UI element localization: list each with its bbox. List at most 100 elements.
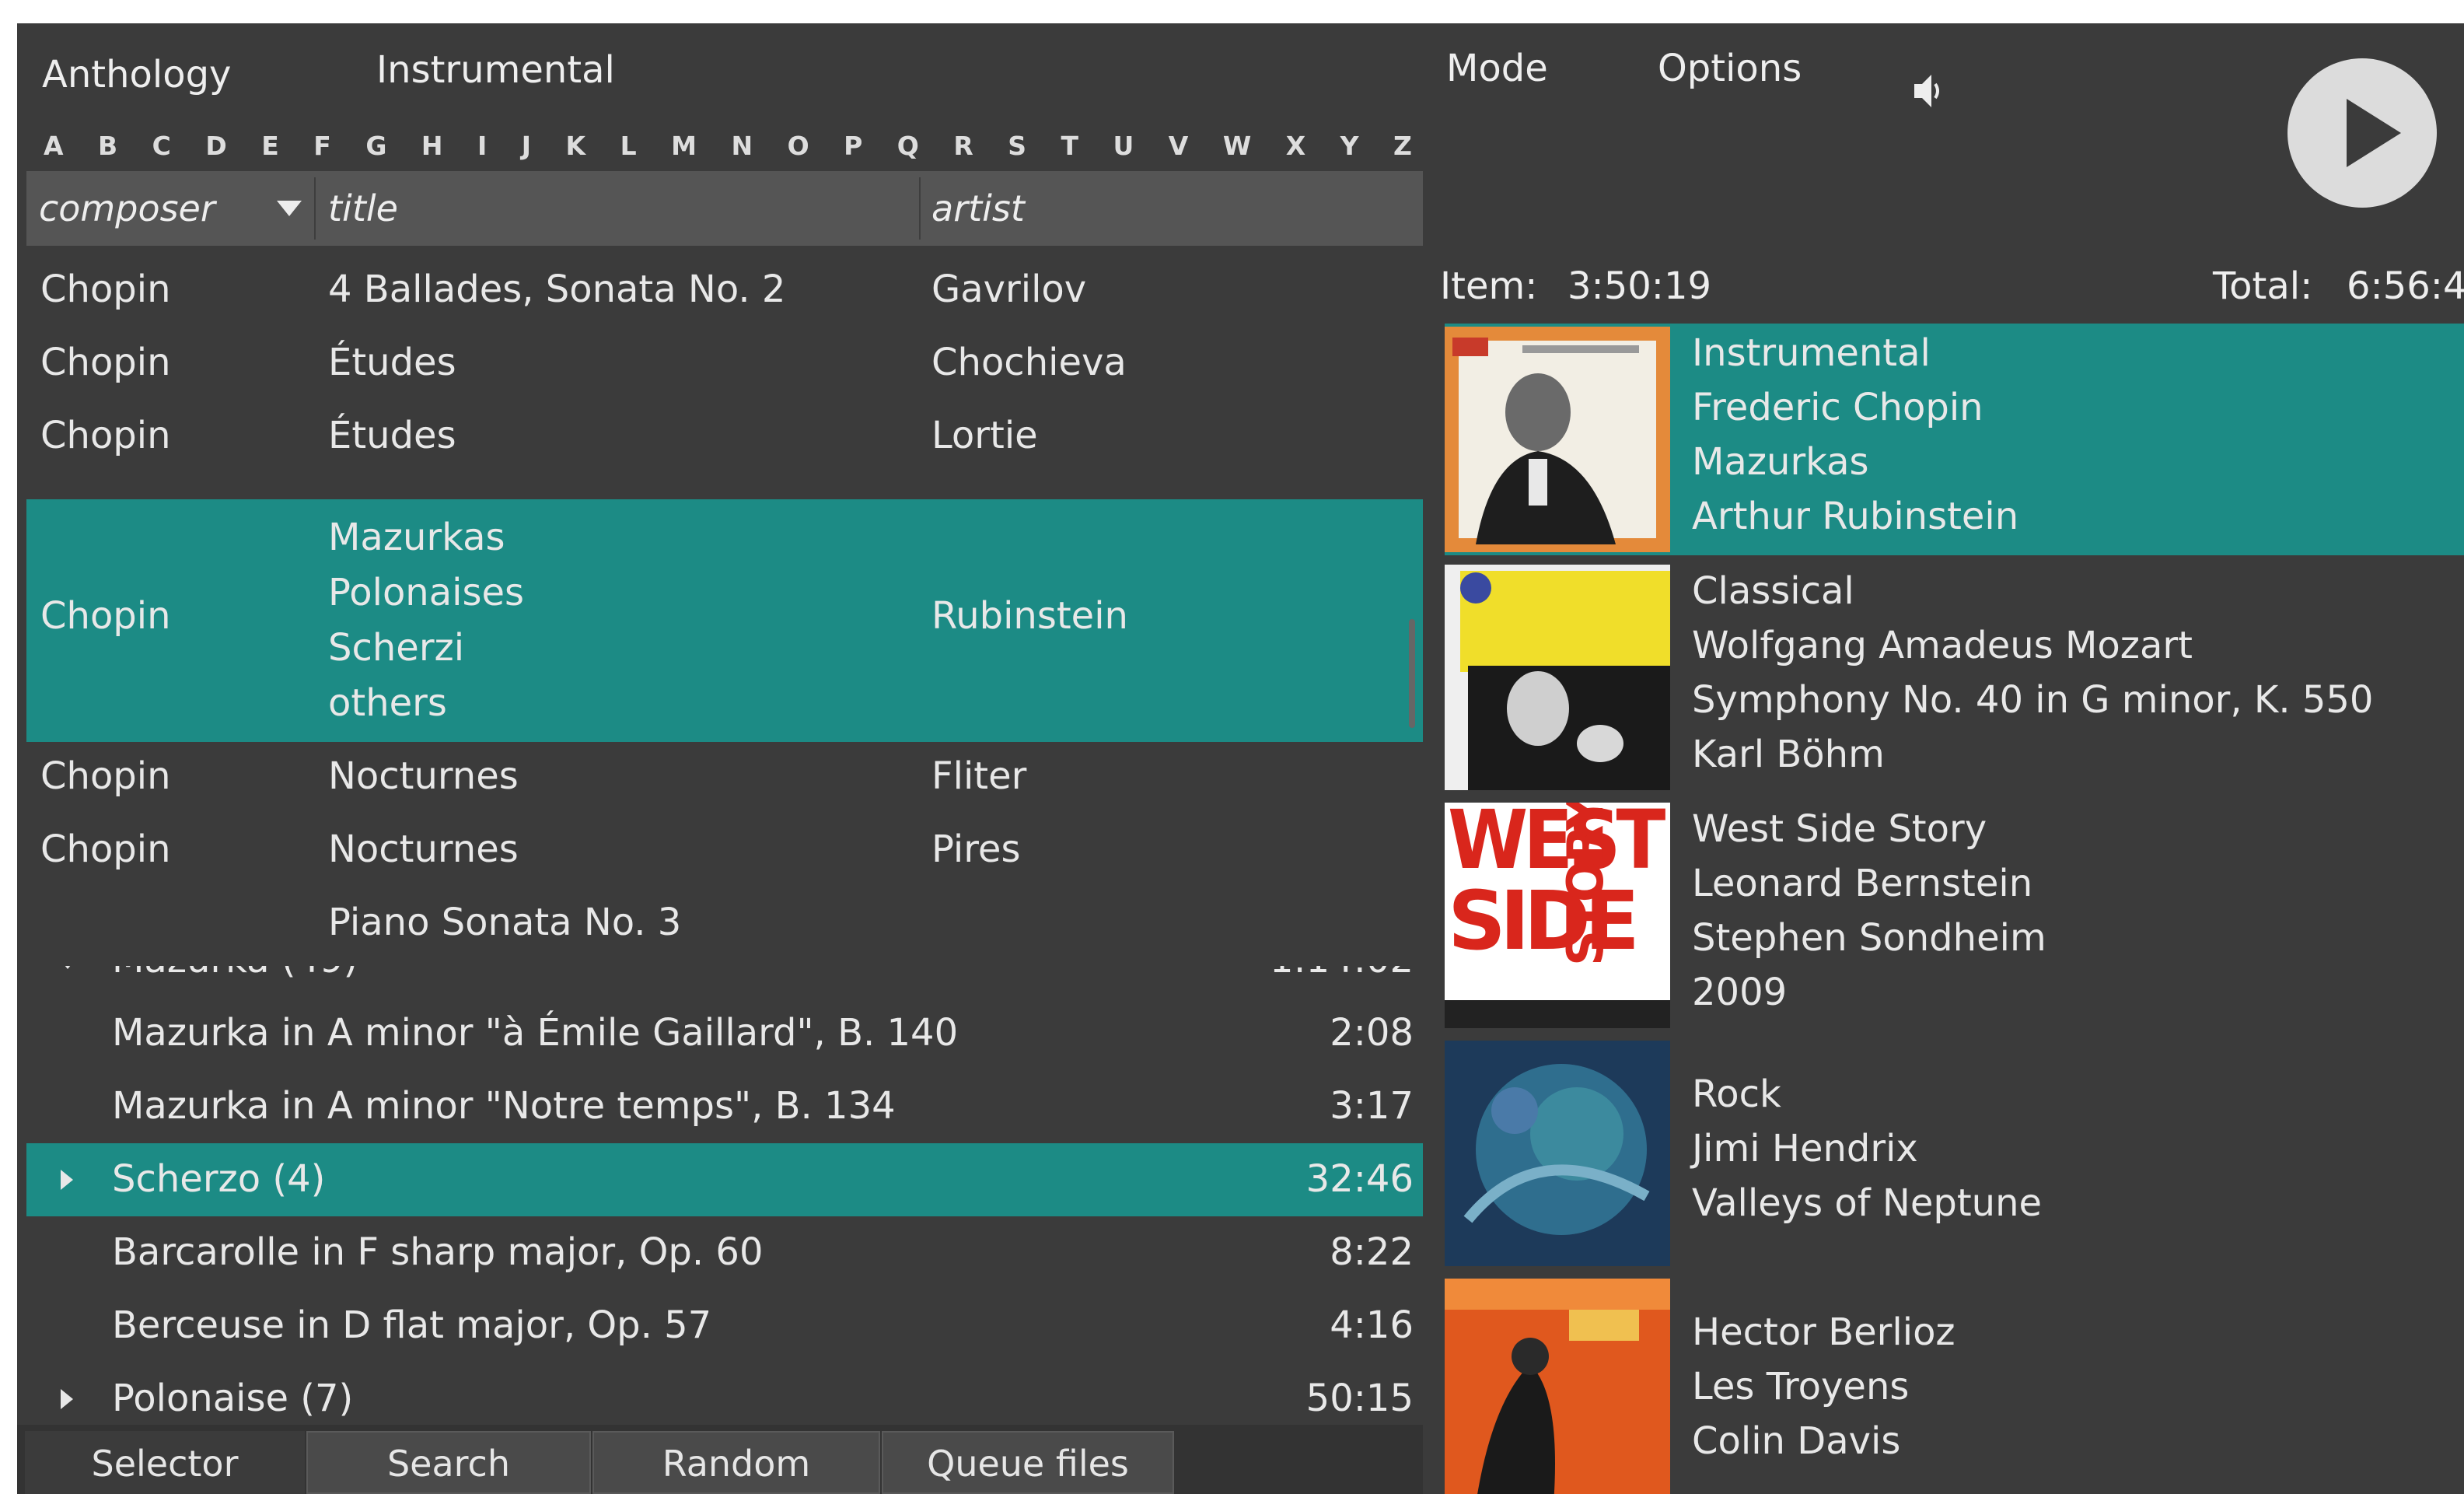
- track-name: Barcarolle in F sharp major, Op. 60: [112, 1230, 764, 1274]
- queue-line: Symphony No. 40 in G minor, K. 550: [1692, 678, 2374, 722]
- track-row[interactable]: Mazurka in A minor "à Émile Gaillard", B…: [26, 997, 1423, 1070]
- track-name: Scherzo (4): [112, 1157, 326, 1201]
- letter-n[interactable]: N: [731, 123, 753, 170]
- sort-down-icon[interactable]: [277, 201, 302, 216]
- album-composer: Chopin: [40, 594, 171, 638]
- letter-f[interactable]: F: [313, 123, 331, 170]
- album-title: Nocturnes: [328, 754, 519, 798]
- total-time-label: Total:: [2213, 264, 2313, 308]
- tab-random[interactable]: Random: [592, 1431, 880, 1494]
- queue-line: Valleys of Neptune: [1692, 1181, 2043, 1225]
- alphabet-index: A B C D E F G H I J K L M N O P Q R S T …: [17, 123, 1423, 170]
- queue-item[interactable]: Rock Jimi Hendrix Valleys of Neptune: [1445, 1037, 2464, 1269]
- queue-line: Leonard Bernstein: [1692, 862, 2033, 905]
- queue-item[interactable]: WEST SIDE STORY West Side Story Leonard …: [1445, 799, 2464, 1031]
- letter-r[interactable]: R: [953, 123, 973, 170]
- options-menu[interactable]: Options: [1658, 47, 1802, 90]
- letter-v[interactable]: V: [1169, 123, 1189, 170]
- album-row[interactable]: Chopin Études Chochieva: [26, 328, 1423, 401]
- album-composer: Chopin: [40, 754, 171, 798]
- letter-j[interactable]: J: [522, 123, 531, 170]
- queue-line: Jimi Hendrix: [1692, 1127, 1918, 1170]
- tab-search[interactable]: Search: [306, 1431, 591, 1494]
- letter-x[interactable]: X: [1286, 123, 1305, 170]
- tab-queue-files[interactable]: Queue files: [882, 1431, 1174, 1494]
- queue-item[interactable]: Classical Wolfgang Amadeus Mozart Sympho…: [1445, 562, 2464, 793]
- letter-l[interactable]: L: [620, 123, 637, 170]
- column-artist[interactable]: artist: [931, 171, 1025, 246]
- album-scrollbar[interactable]: [1409, 619, 1415, 728]
- letter-u[interactable]: U: [1113, 123, 1134, 170]
- play-icon: [2347, 99, 2401, 167]
- track-duration: 2:08: [1330, 1011, 1414, 1055]
- letter-w[interactable]: W: [1223, 123, 1251, 170]
- track-group-row[interactable]: Mazurka (49) 1:14:02: [26, 966, 1423, 997]
- letter-d[interactable]: D: [205, 123, 226, 170]
- letter-o[interactable]: O: [788, 123, 809, 170]
- track-list[interactable]: Mazurka (49) 1:14:02 Mazurka in A minor …: [26, 966, 1423, 1425]
- letter-q[interactable]: Q: [897, 123, 919, 170]
- album-row-selected[interactable]: Chopin Mazurkas Polonaises Scherzi other…: [26, 499, 1423, 742]
- track-duration: 50:15: [1305, 1377, 1414, 1420]
- track-duration: 8:22: [1330, 1230, 1414, 1274]
- letter-b[interactable]: B: [98, 123, 117, 170]
- column-title[interactable]: title: [328, 171, 398, 246]
- track-row[interactable]: Mazurka in A minor "Notre temps", B. 134…: [26, 1070, 1423, 1143]
- queue-item[interactable]: Hector Berlioz Les Troyens Colin Davis: [1445, 1275, 2464, 1494]
- album-title: Piano Sonata No. 3: [328, 901, 682, 944]
- tab-selector[interactable]: Selector: [25, 1431, 305, 1494]
- letter-s[interactable]: S: [1008, 123, 1026, 170]
- album-row[interactable]: Chopin Nocturnes Fliter: [26, 742, 1423, 815]
- letter-i[interactable]: I: [477, 123, 487, 170]
- view-selector[interactable]: Anthology: [42, 53, 231, 96]
- track-duration: 1:14:02: [1270, 966, 1414, 981]
- track-row[interactable]: Barcarolle in F sharp major, Op. 60 8:22: [26, 1216, 1423, 1289]
- play-button[interactable]: [2288, 58, 2437, 208]
- letter-c[interactable]: C: [152, 123, 171, 170]
- track-group-row-selected[interactable]: Scherzo (4) 32:46: [26, 1143, 1423, 1216]
- album-cover: [1445, 1041, 1670, 1266]
- speaker-icon[interactable]: [1914, 72, 1942, 110]
- track-group-row[interactable]: Polonaise (7) 50:15: [26, 1363, 1423, 1425]
- genre-selector[interactable]: Instrumental: [376, 48, 615, 92]
- column-composer[interactable]: composer: [39, 171, 215, 246]
- collapsed-arrow-icon[interactable]: [61, 1389, 73, 1409]
- album-artist: Lortie: [931, 414, 1038, 457]
- album-list[interactable]: Chopin 4 Ballades, Sonata No. 2 Gavrilov…: [26, 255, 1423, 971]
- letter-a[interactable]: A: [44, 123, 64, 170]
- queue-line: Stephen Sondheim: [1692, 916, 2046, 960]
- letter-h[interactable]: H: [421, 123, 443, 170]
- album-composer: Chopin: [40, 414, 171, 457]
- letter-m[interactable]: M: [671, 123, 697, 170]
- track-row[interactable]: Berceuse in D flat major, Op. 57 4:16: [26, 1289, 1423, 1363]
- album-cover: [1445, 327, 1670, 552]
- queue-line: Arthur Rubinstein: [1692, 495, 2019, 538]
- collapsed-arrow-icon[interactable]: [61, 1170, 73, 1190]
- album-row[interactable]: Piano Sonata No. 3: [26, 888, 1423, 961]
- letter-g[interactable]: G: [365, 123, 386, 170]
- letter-y[interactable]: Y: [1340, 123, 1359, 170]
- letter-e[interactable]: E: [261, 123, 279, 170]
- mode-menu[interactable]: Mode: [1446, 47, 1548, 90]
- letter-p[interactable]: P: [844, 123, 862, 170]
- album-row[interactable]: Chopin 4 Ballades, Sonata No. 2 Gavrilov: [26, 255, 1423, 328]
- queue-line: West Side Story: [1692, 807, 1987, 851]
- album-artist: Gavrilov: [931, 268, 1087, 311]
- album-artist: Fliter: [931, 754, 1027, 798]
- album-cover: [1445, 1279, 1670, 1494]
- expanded-arrow-icon[interactable]: [58, 966, 78, 969]
- queue-line: 2009: [1692, 971, 1788, 1014]
- column-divider[interactable]: [919, 177, 921, 240]
- track-name: Mazurka (49): [112, 966, 358, 981]
- album-row[interactable]: Chopin Nocturnes Pires: [26, 815, 1423, 888]
- letter-z[interactable]: Z: [1393, 123, 1412, 170]
- column-divider[interactable]: [314, 177, 316, 240]
- queue-item-selected[interactable]: Instrumental Frederic Chopin Mazurkas Ar…: [1445, 324, 2464, 555]
- album-title-line: Scherzi: [328, 626, 465, 670]
- album-row[interactable]: Chopin Études Lortie: [26, 401, 1423, 474]
- letter-t[interactable]: T: [1061, 123, 1079, 170]
- album-title: Études: [328, 414, 456, 457]
- letter-k[interactable]: K: [566, 123, 586, 170]
- queue-line: Classical: [1692, 569, 1854, 613]
- album-composer: Chopin: [40, 268, 171, 311]
